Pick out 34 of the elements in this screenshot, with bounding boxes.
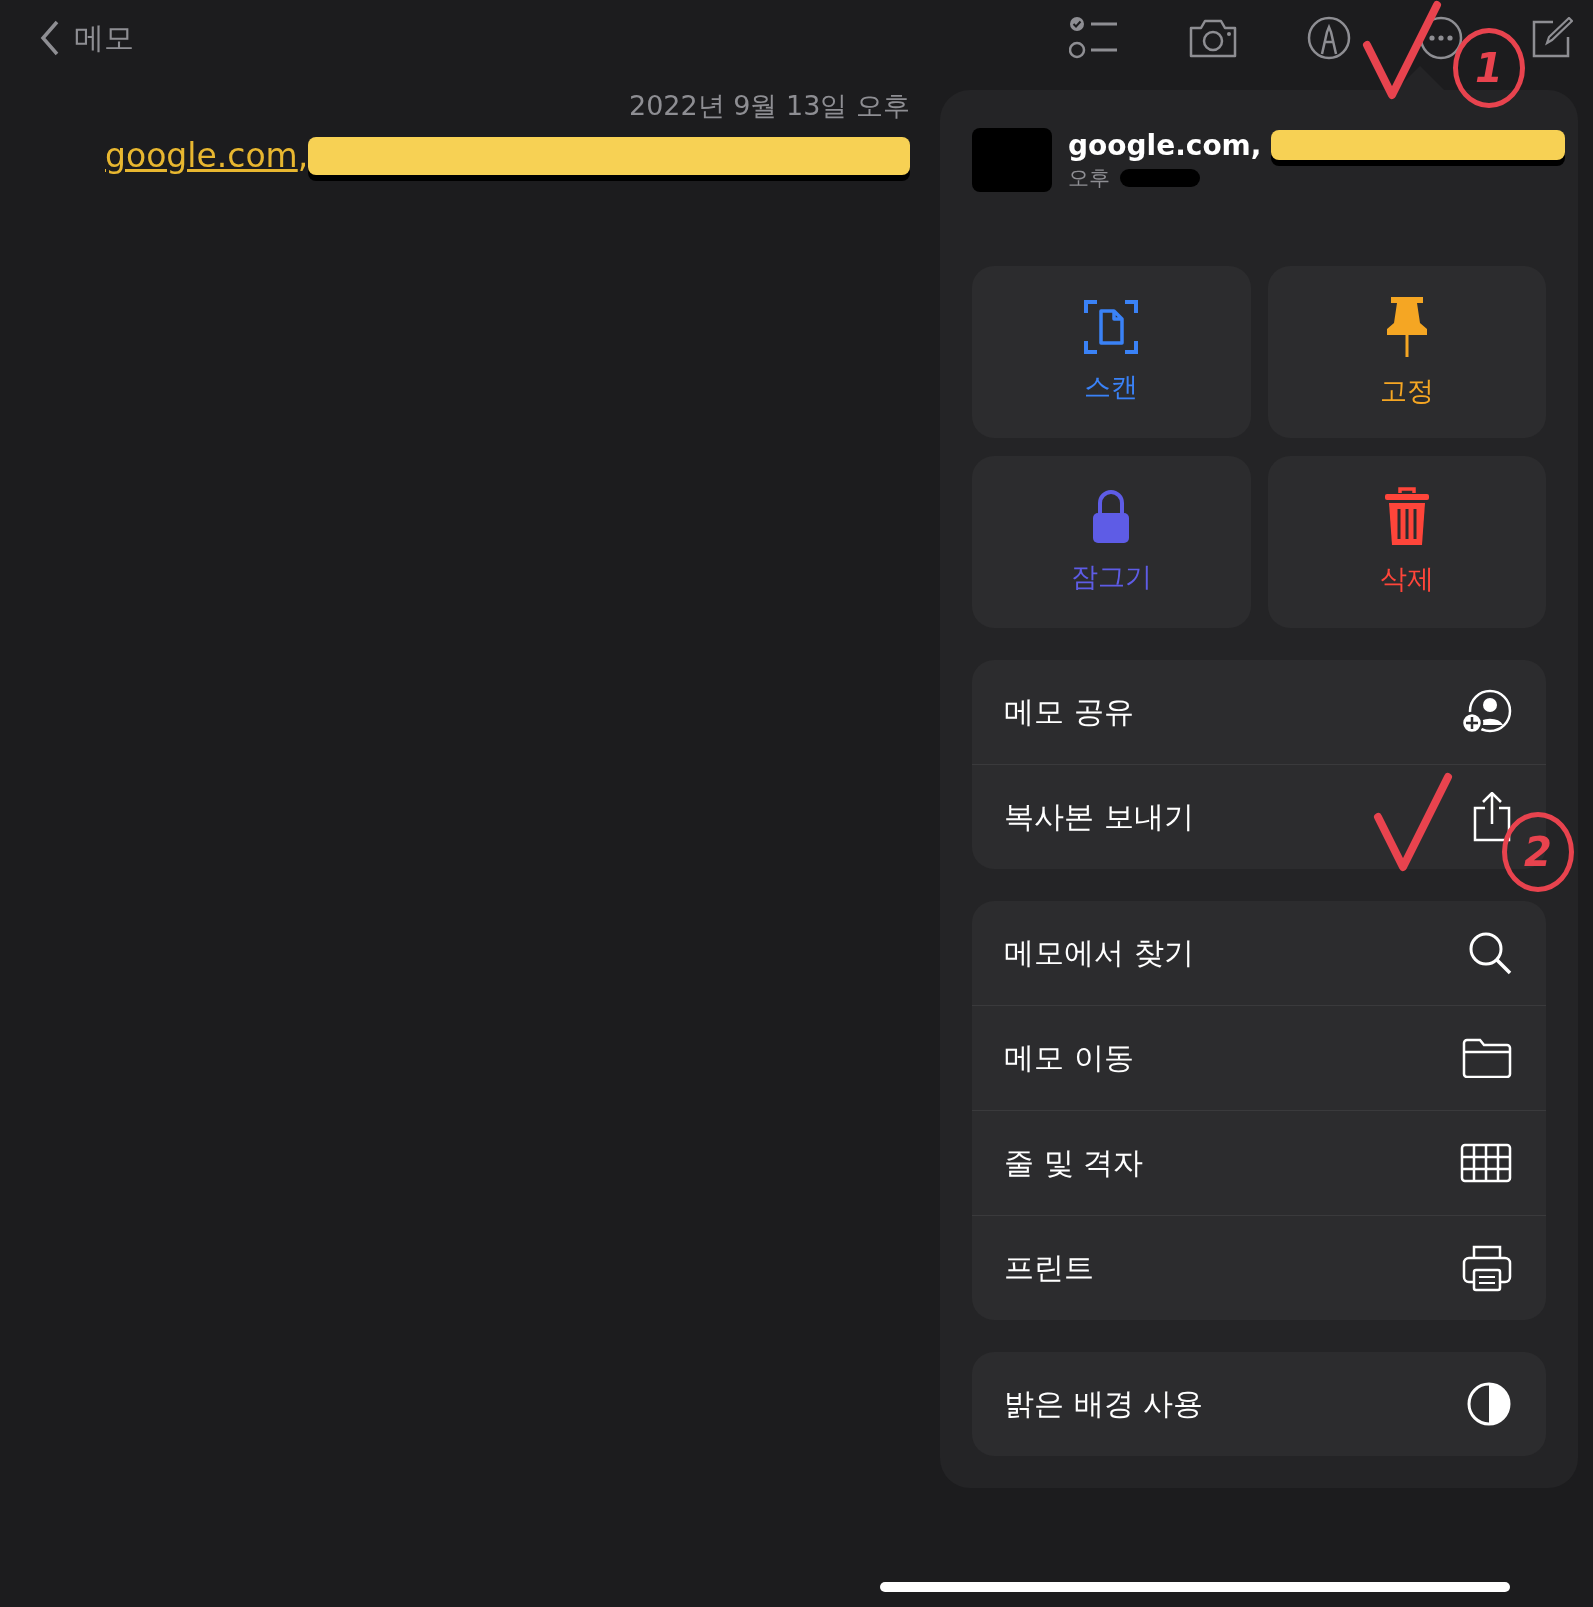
circled-number-annotation: 2 [1502,812,1574,892]
search-icon [1468,931,1512,975]
popover-subtitle: 오후 [1068,164,1110,192]
menu-item[interactable]: 메모 이동 [972,1006,1546,1110]
note-comma: , [297,136,309,175]
scan-tile[interactable]: 스캔 [972,266,1251,438]
contrast-icon [1466,1381,1512,1427]
padlock-icon [1091,489,1132,545]
menu-item[interactable]: 밝은 배경 사용 [972,1352,1546,1456]
menu-item[interactable]: 줄 및 격자 [972,1111,1546,1215]
pen-tip-icon[interactable] [1307,16,1351,60]
grid-icon [1460,1143,1512,1183]
trash-icon [1383,487,1430,547]
compose-icon[interactable] [1531,17,1573,59]
note-link[interactable]: google.com [105,136,298,175]
camera-icon[interactable] [1187,18,1239,58]
printer-icon [1462,1244,1512,1292]
circled-number-annotation: 1 [1453,28,1525,108]
menu-item[interactable]: 프린트 [972,1216,1546,1320]
share-icon [1472,792,1512,842]
menu-item[interactable]: 메모 공유 [972,660,1546,764]
pushpin-icon [1384,295,1429,359]
document-scan-icon [1083,299,1140,355]
add-person-icon [1460,689,1512,735]
popover-title: google.com, [1068,128,1262,162]
pin-tile[interactable]: 고정 [1267,266,1546,438]
more-icon[interactable] [1419,16,1463,60]
back-button[interactable]: 메모 [40,17,134,59]
folder-icon [1462,1038,1512,1078]
note-date: 2022년 9월 13일 오후 [628,89,910,123]
menu-item[interactable]: 메모에서 찾기 [972,901,1546,1005]
chevron-left-icon [40,20,60,56]
trash-tile[interactable]: 삭제 [1267,456,1546,628]
checklist-icon[interactable] [1069,16,1119,60]
